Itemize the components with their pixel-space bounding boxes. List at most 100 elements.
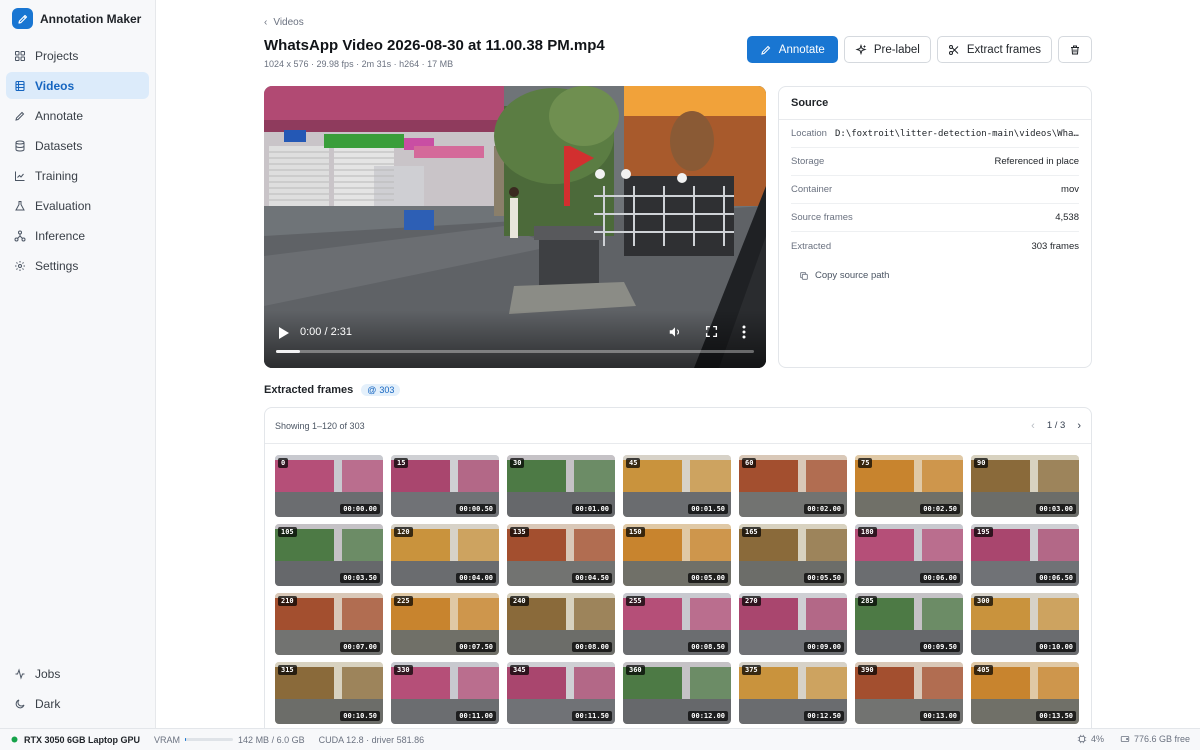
tag-icon — [15, 111, 25, 121]
frame-thumbnail[interactable]: 360 00:12.00 — [623, 662, 731, 724]
scissors-icon — [948, 44, 959, 55]
frame-thumbnail[interactable]: 135 00:04.50 — [507, 524, 615, 586]
frame-image-building — [805, 459, 847, 493]
frame-image-building — [921, 597, 963, 631]
disk-status: 776.6 GB free — [1120, 734, 1190, 744]
frame-timestamp: 00:08.00 — [572, 642, 612, 652]
vram-label: VRAM — [154, 734, 181, 745]
frames-panel-header: Showing 1–120 of 303 ‹ 1 / 3 › — [265, 408, 1091, 444]
sidebar-item-label: Annotate — [35, 108, 84, 123]
frame-thumbnail[interactable]: 285 00:09.50 — [855, 593, 963, 655]
frame-thumbnail[interactable]: 105 00:03.50 — [275, 524, 383, 586]
frame-count-badge: @ 303 — [361, 384, 401, 396]
moon-icon — [15, 699, 25, 708]
frame-thumbnail[interactable]: 195 00:06.50 — [971, 524, 1079, 586]
video-meta: 1024 x 576 · 29.98 fps · 2m 31s · h264 ·… — [264, 59, 454, 69]
frame-thumbnail[interactable]: 405 00:13.50 — [971, 662, 1079, 724]
frame-number: 390 — [858, 665, 877, 675]
theme-toggle[interactable]: Dark — [6, 690, 149, 717]
annotate-button[interactable]: Annotate — [746, 36, 838, 63]
frame-timestamp: 00:04.00 — [456, 573, 496, 583]
frame-timestamp: 00:06.00 — [920, 573, 960, 583]
frame-thumbnail[interactable]: 225 00:07.50 — [391, 593, 499, 655]
frame-thumbnail[interactable]: 30 00:01.00 — [507, 455, 615, 517]
sidebar-item-settings[interactable]: Settings — [6, 252, 149, 279]
toolbar: Annotate Pre-label Extract frames — [746, 36, 1092, 63]
sidebar-item-datasets[interactable]: Datasets — [6, 132, 149, 159]
delete-button[interactable] — [1058, 36, 1092, 63]
frame-thumbnail[interactable]: 210 00:07.00 — [275, 593, 383, 655]
prelabel-button[interactable]: Pre-label — [843, 36, 931, 63]
frame-thumbnail[interactable]: 45 00:01.50 — [623, 455, 731, 517]
source-row-value: Referenced in place — [994, 156, 1080, 167]
frame-thumbnail[interactable]: 300 00:10.00 — [971, 593, 1079, 655]
frame-number: 105 — [278, 527, 297, 537]
frame-timestamp: 00:08.50 — [688, 642, 728, 652]
source-title: Source — [779, 87, 1091, 120]
frame-number: 345 — [510, 665, 529, 675]
vram-bar — [185, 738, 234, 741]
source-rows: Location D:\foxtroit\litter-detection-mai… — [779, 120, 1091, 260]
source-row-key: Source frames — [791, 212, 853, 223]
frame-thumbnail[interactable]: 270 00:09.00 — [739, 593, 847, 655]
copy-source-path-button[interactable]: Copy source path — [799, 270, 1071, 281]
brand[interactable]: Annotation Maker — [12, 8, 141, 29]
frame-thumbnail[interactable]: 240 00:08.00 — [507, 593, 615, 655]
frame-image-building — [921, 666, 963, 700]
frame-thumbnail[interactable]: 255 00:08.50 — [623, 593, 731, 655]
frame-thumbnail[interactable]: 330 00:11.00 — [391, 662, 499, 724]
video-player[interactable]: 0:00 / 2:31 — [264, 86, 766, 368]
sidebar-item-jobs[interactable]: Jobs — [6, 660, 149, 687]
frame-number: 150 — [626, 527, 645, 537]
video-progress-bar[interactable] — [276, 350, 754, 353]
frame-number: 0 — [278, 458, 289, 468]
sidebar-item-label: Projects — [35, 48, 79, 63]
frame-thumbnail[interactable]: 0 00:00.00 — [275, 455, 383, 517]
frame-thumbnail[interactable]: 75 00:02.50 — [855, 455, 963, 517]
frame-thumbnail[interactable]: 60 00:02.00 — [739, 455, 847, 517]
prev-page-icon[interactable]: ‹ — [1031, 420, 1035, 432]
sidebar-item-annotate[interactable]: Annotate — [6, 102, 149, 129]
frame-timestamp: 00:01.00 — [572, 504, 612, 514]
fullscreen-icon[interactable] — [705, 325, 718, 341]
sidebar-item-evaluation[interactable]: Evaluation — [6, 192, 149, 219]
frame-thumbnail[interactable]: 120 00:04.00 — [391, 524, 499, 586]
frame-thumbnail[interactable]: 165 00:05.50 — [739, 524, 847, 586]
sidebar-item-projects[interactable]: Projects — [6, 42, 149, 69]
frame-image-building — [805, 597, 847, 631]
frame-thumbnail[interactable]: 150 00:05.00 — [623, 524, 731, 586]
frame-number: 120 — [394, 527, 413, 537]
frame-thumbnail[interactable]: 15 00:00.50 — [391, 455, 499, 517]
sidebar-item-training[interactable]: Training — [6, 162, 149, 189]
play-icon[interactable] — [278, 326, 290, 343]
annotate-label: Annotate — [778, 43, 825, 56]
frame-thumbnail[interactable]: 180 00:06.00 — [855, 524, 963, 586]
frame-thumbnail[interactable]: 375 00:12.50 — [739, 662, 847, 724]
sidebar-item-videos[interactable]: Videos — [6, 72, 149, 99]
frame-image-building — [1037, 528, 1079, 562]
frame-timestamp: 00:10.50 — [340, 711, 380, 721]
next-page-icon[interactable]: › — [1077, 420, 1081, 432]
frame-thumbnail[interactable]: 315 00:10.50 — [275, 662, 383, 724]
extract-frames-button[interactable]: Extract frames — [936, 36, 1052, 63]
sidebar: Annotation Maker Projects Videos Annotat… — [0, 0, 156, 728]
frame-timestamp: 00:05.50 — [804, 573, 844, 583]
frame-thumbnail[interactable]: 345 00:11.50 — [507, 662, 615, 724]
frame-number: 270 — [742, 596, 761, 606]
source-row: Extracted 303 frames — [791, 232, 1079, 260]
volume-icon[interactable] — [668, 325, 682, 342]
frame-timestamp: 00:11.50 — [572, 711, 612, 721]
breadcrumb[interactable]: ‹ Videos — [264, 17, 304, 28]
frame-image-building — [457, 528, 499, 562]
extracted-frames-title: Extracted frames — [264, 384, 354, 396]
network-icon — [14, 230, 26, 241]
frame-thumbnail[interactable]: 390 00:13.00 — [855, 662, 963, 724]
frame-number: 60 — [742, 458, 757, 468]
frame-thumbnail[interactable]: 90 00:03.00 — [971, 455, 1079, 517]
source-panel: Source Location D:\foxtroit\litter-detect… — [778, 86, 1092, 368]
frame-image-building — [689, 597, 731, 631]
sidebar-item-label: Datasets — [35, 138, 83, 153]
frame-number: 180 — [858, 527, 877, 537]
sidebar-item-inference[interactable]: Inference — [6, 222, 149, 249]
more-vertical-icon[interactable] — [742, 325, 746, 342]
